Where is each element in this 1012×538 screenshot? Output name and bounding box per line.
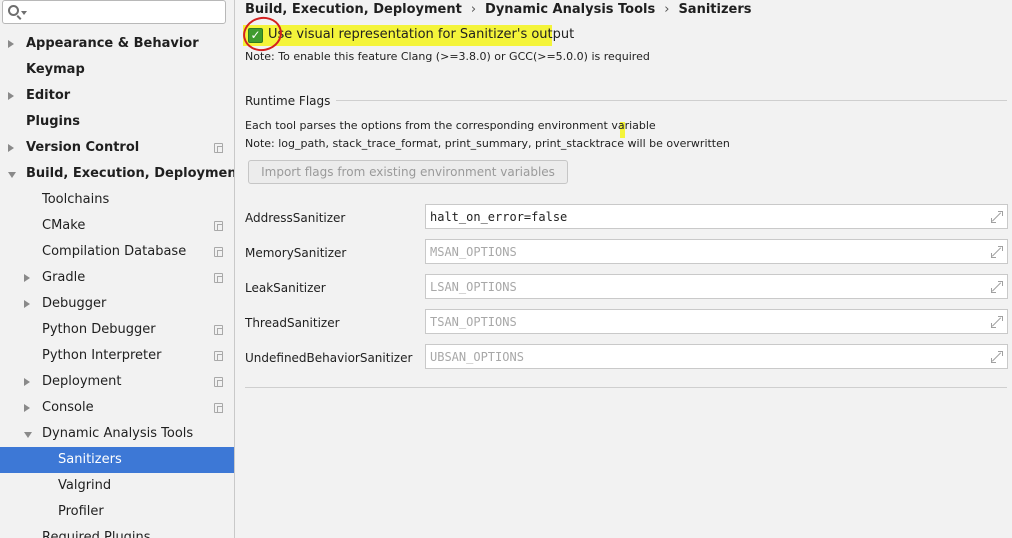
expand-arrow-icon[interactable] — [24, 404, 30, 412]
undefined-behavior-sanitizer-label: UndefinedBehaviorSanitizer — [245, 351, 413, 365]
sidebar-item-label: Sanitizers — [58, 452, 122, 467]
project-level-icon — [214, 221, 223, 231]
sidebar-item-valgrind[interactable]: Valgrind — [0, 473, 234, 499]
sidebar-item-editor[interactable]: Editor — [0, 83, 234, 109]
leak-sanitizer-input[interactable] — [430, 277, 980, 296]
expand-icon[interactable] — [991, 316, 1003, 328]
visual-representation-label[interactable]: Use visual representation for Sanitizer'… — [268, 26, 574, 44]
content-bottom-separator — [245, 387, 1007, 388]
sidebar-item-label: Appearance & Behavior — [26, 36, 199, 51]
sidebar-item-version-control[interactable]: Version Control — [0, 135, 234, 161]
import-flags-button[interactable]: Import flags from existing environment v… — [248, 160, 568, 184]
sidebar-item-compilation-database[interactable]: Compilation Database — [0, 239, 234, 265]
address-sanitizer-field[interactable] — [425, 204, 1008, 229]
settings-search-input[interactable] — [29, 3, 219, 21]
settings-search-box[interactable] — [2, 0, 226, 24]
sidebar-item-label: Deployment — [42, 374, 122, 389]
leak-sanitizer-label: LeakSanitizer — [245, 281, 326, 295]
collapse-arrow-icon[interactable] — [24, 432, 32, 438]
sidebar-item-label: Python Debugger — [42, 322, 156, 337]
memory-sanitizer-label: MemorySanitizer — [245, 246, 347, 260]
collapse-arrow-icon[interactable] — [8, 172, 16, 178]
project-level-icon — [214, 377, 223, 387]
sidebar-item-label: Compilation Database — [42, 244, 187, 259]
sidebar-item-keymap[interactable]: Keymap — [0, 57, 234, 83]
search-options-dropdown-icon[interactable] — [21, 11, 27, 15]
sidebar-item-label: Toolchains — [42, 192, 110, 207]
breadcrumb-separator-icon: › — [664, 2, 670, 17]
breadcrumb-separator-icon: › — [470, 2, 477, 17]
sidebar-item-required-plugins[interactable]: Required Plugins — [0, 525, 234, 538]
thread-sanitizer-input[interactable] — [430, 312, 980, 331]
sidebar-item-label: Keymap — [26, 62, 85, 77]
sidebar-item-label: Profiler — [58, 504, 104, 519]
sidebar-item-label: Build, Execution, Deployment — [26, 166, 235, 181]
thread-sanitizer-label: ThreadSanitizer — [245, 316, 340, 330]
sidebar-item-label: Console — [42, 400, 94, 415]
address-sanitizer-input[interactable] — [430, 207, 980, 226]
expand-arrow-icon[interactable] — [24, 300, 30, 308]
sidebar-item-plugins[interactable]: Plugins — [0, 109, 234, 135]
search-icon[interactable] — [8, 5, 19, 16]
sidebar-item-dynamic-analysis-tools[interactable]: Dynamic Analysis Tools — [0, 421, 234, 447]
sidebar-item-label: Dynamic Analysis Tools — [42, 426, 194, 441]
sidebar-item-sanitizers[interactable]: Sanitizers — [0, 447, 234, 473]
project-level-icon — [214, 325, 223, 335]
runtime-flags-description: Each tool parses the options from the co… — [245, 119, 656, 132]
runtime-flags-title: Runtime Flags — [245, 93, 337, 109]
sidebar-item-label: Python Interpreter — [42, 348, 162, 363]
sidebar-item-console[interactable]: Console — [0, 395, 234, 421]
sidebar-item-appearance-behavior[interactable]: Appearance & Behavior — [0, 31, 234, 57]
sidebar-item-label: Version Control — [26, 140, 140, 155]
sidebar-item-profiler[interactable]: Profiler — [0, 499, 234, 525]
memory-sanitizer-input[interactable] — [430, 242, 980, 261]
breadcrumb-item: Build, Execution, Deployment — [245, 2, 462, 17]
runtime-flags-separator — [245, 100, 1007, 101]
expand-arrow-icon[interactable] — [24, 274, 30, 282]
project-level-icon — [214, 403, 223, 413]
expand-icon[interactable] — [991, 246, 1003, 258]
expand-arrow-icon[interactable] — [8, 92, 14, 100]
breadcrumb-item-current: Sanitizers — [678, 2, 752, 17]
expand-arrow-icon[interactable] — [8, 144, 14, 152]
sidebar-item-build-execution-deployment[interactable]: Build, Execution, Deployment — [0, 161, 234, 187]
expand-arrow-icon[interactable] — [8, 40, 14, 48]
sidebar-item-label: CMake — [42, 218, 86, 233]
sidebar-item-label: Debugger — [42, 296, 107, 311]
settings-sidebar: Appearance & Behavior Keymap Editor Plugins… — [0, 0, 235, 538]
leak-sanitizer-field[interactable] — [425, 274, 1008, 299]
project-level-icon — [214, 143, 223, 153]
runtime-flags-overwrite-note: Note: log_path, stack_trace_format, prin… — [245, 137, 730, 150]
project-level-icon — [214, 351, 223, 361]
undefined-behavior-sanitizer-field[interactable] — [425, 344, 1008, 369]
sidebar-item-deployment[interactable]: Deployment — [0, 369, 234, 395]
memory-sanitizer-field[interactable] — [425, 239, 1008, 264]
address-sanitizer-label: AddressSanitizer — [245, 211, 346, 225]
sidebar-item-label: Plugins — [26, 114, 80, 129]
sidebar-item-gradle[interactable]: Gradle — [0, 265, 234, 291]
sidebar-item-toolchains[interactable]: Toolchains — [0, 187, 234, 213]
sidebar-item-python-debugger[interactable]: Python Debugger — [0, 317, 234, 343]
thread-sanitizer-field[interactable] — [425, 309, 1008, 334]
sidebar-item-label: Valgrind — [58, 478, 112, 493]
breadcrumb: Build, Execution, Deployment › Dynamic Ana… — [245, 0, 752, 20]
expand-arrow-icon[interactable] — [24, 378, 30, 386]
project-level-icon — [214, 247, 223, 257]
expand-icon[interactable] — [991, 351, 1003, 363]
settings-content-panel: Build, Execution, Deployment › Dynamic Ana… — [236, 0, 1012, 538]
sidebar-item-python-interpreter[interactable]: Python Interpreter — [0, 343, 234, 369]
sidebar-item-cmake[interactable]: CMake — [0, 213, 234, 239]
expand-icon[interactable] — [991, 211, 1003, 223]
sidebar-item-label: Editor — [26, 88, 71, 103]
clang-requirement-note: Note: To enable this feature Clang (>=3.… — [245, 50, 650, 63]
sidebar-item-label: Gradle — [42, 270, 86, 285]
breadcrumb-item: Dynamic Analysis Tools — [485, 2, 656, 17]
undefined-behavior-sanitizer-input[interactable] — [430, 347, 980, 366]
project-level-icon — [214, 273, 223, 283]
sidebar-item-debugger[interactable]: Debugger — [0, 291, 234, 317]
expand-icon[interactable] — [991, 281, 1003, 293]
sidebar-item-label: Required Plugins — [42, 530, 151, 538]
